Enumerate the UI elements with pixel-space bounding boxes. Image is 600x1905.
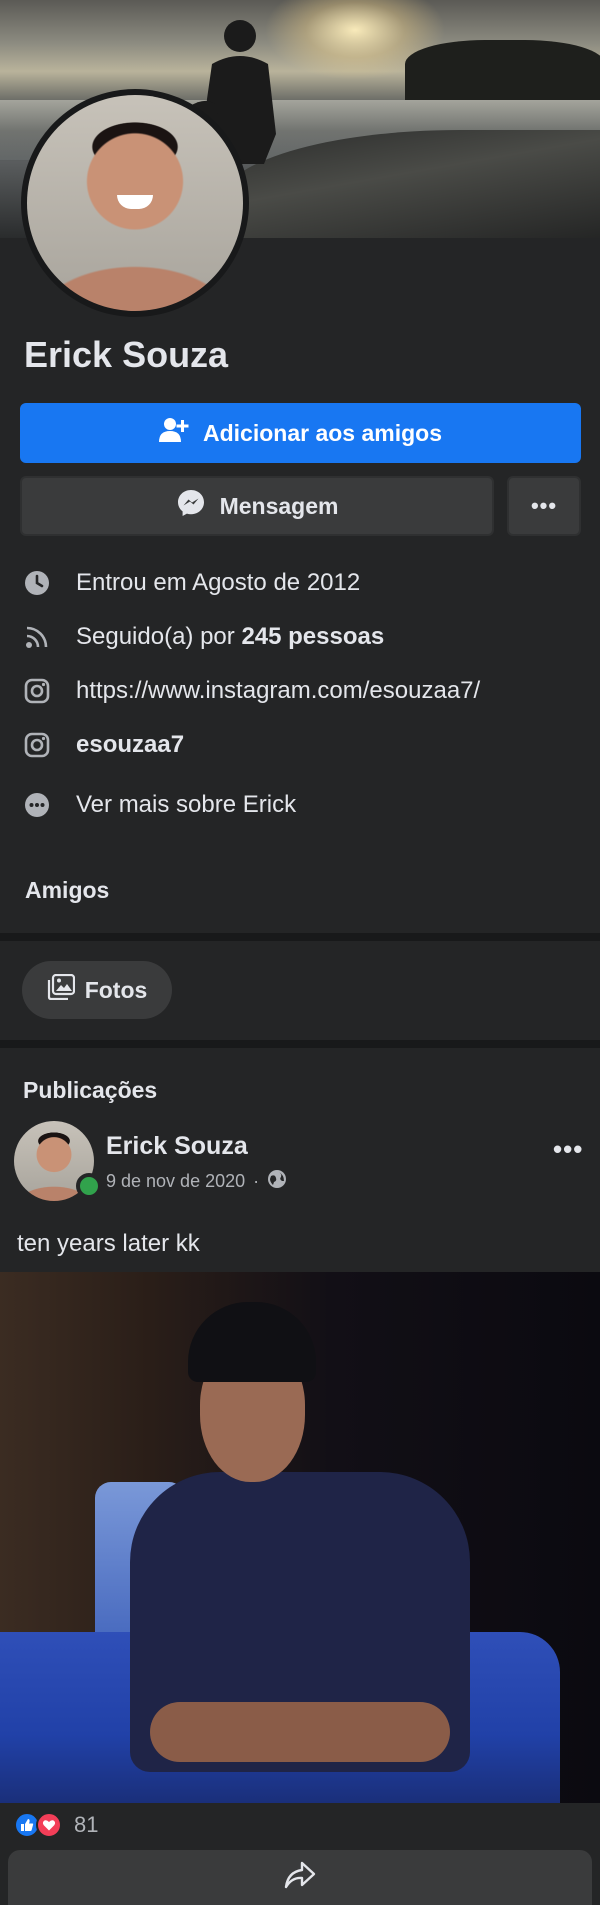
- section-divider: [0, 933, 600, 941]
- add-friend-icon: [158, 417, 189, 449]
- avatar-smile: [117, 195, 153, 209]
- info-joined: Entrou em Agosto de 2012: [22, 563, 360, 603]
- share-button[interactable]: [8, 1850, 592, 1905]
- post-text: ten years later kk: [17, 1230, 200, 1257]
- photo-arms: [150, 1702, 450, 1762]
- instagram-user-link[interactable]: esouzaa7: [76, 731, 184, 759]
- add-friend-button[interactable]: Adicionar aos amigos: [20, 403, 581, 463]
- message-button[interactable]: Mensagem: [20, 476, 494, 536]
- messenger-icon: [176, 488, 206, 524]
- info-instagram-user[interactable]: esouzaa7: [22, 725, 184, 765]
- profile-more-button[interactable]: •••: [507, 476, 581, 536]
- info-instagram-url[interactable]: https://www.instagram.com/esouzaa7/: [22, 671, 480, 711]
- followers-prefix: Seguido(a) por: [76, 623, 242, 650]
- post-meta-separator: ·: [253, 1171, 260, 1191]
- profile-picture[interactable]: [21, 89, 249, 317]
- instagram-icon: [22, 676, 52, 706]
- post-photo[interactable]: [0, 1272, 600, 1803]
- post-date[interactable]: 9 de nov de 2020: [106, 1171, 245, 1192]
- followers-count[interactable]: 245 pessoas: [241, 623, 384, 651]
- profile-avatar: [27, 95, 243, 311]
- posts-heading: Publicações: [23, 1077, 158, 1103]
- friends-heading[interactable]: Amigos: [25, 877, 109, 904]
- info-see-more[interactable]: Ver mais sobre Erick: [22, 785, 296, 825]
- instagram-icon: [22, 730, 52, 760]
- photo-cap: [188, 1302, 316, 1382]
- info-followers: Seguido(a) por 245 pessoas: [22, 617, 384, 657]
- love-reaction-icon: [36, 1812, 62, 1838]
- globe-icon: [267, 1169, 287, 1194]
- share-icon: [284, 1861, 316, 1894]
- post-author-name[interactable]: Erick Souza: [106, 1132, 248, 1161]
- more-circle-icon: [22, 790, 52, 820]
- section-divider: [0, 1040, 600, 1048]
- instagram-url-link[interactable]: https://www.instagram.com/esouzaa7/: [76, 677, 480, 705]
- see-more-label: Ver mais sobre Erick: [76, 791, 297, 818]
- reaction-count: 81: [74, 1812, 99, 1837]
- photos-button[interactable]: Fotos: [22, 961, 172, 1019]
- profile-name: Erick Souza: [24, 334, 229, 375]
- online-status-dot: [76, 1173, 102, 1199]
- rss-icon: [22, 622, 52, 652]
- reactions-summary[interactable]: 81: [14, 1812, 98, 1838]
- post-more-button[interactable]: •••: [553, 1134, 583, 1165]
- clock-icon: [22, 568, 52, 598]
- post-meta: 9 de nov de 2020 ·: [106, 1169, 287, 1194]
- photos-label: Fotos: [84, 976, 148, 1003]
- cover-trees: [405, 40, 600, 100]
- photos-icon: [47, 973, 75, 1006]
- joined-text: Entrou em Agosto de 2012: [76, 569, 361, 596]
- message-label: Mensagem: [219, 492, 339, 519]
- add-friend-label: Adicionar aos amigos: [202, 419, 442, 446]
